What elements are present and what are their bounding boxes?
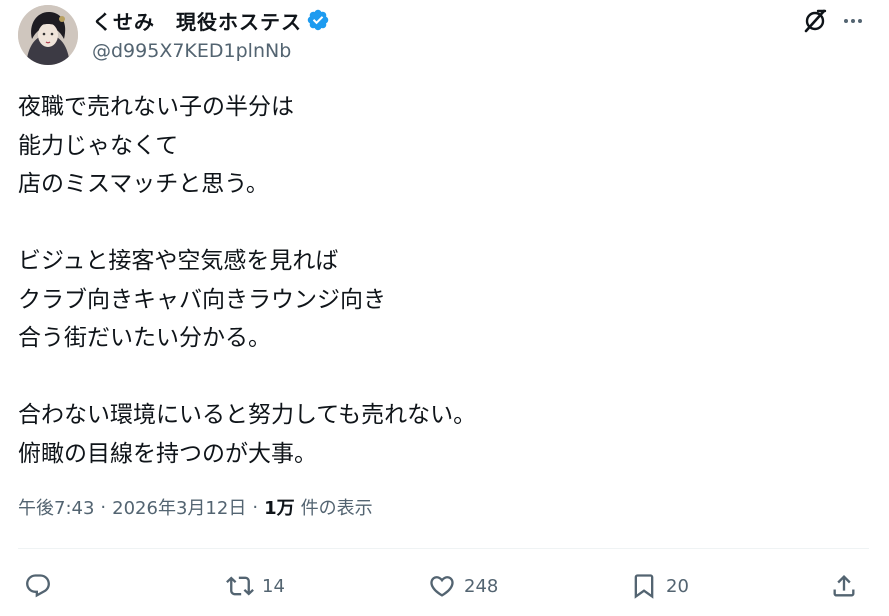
verified-badge-icon	[306, 8, 330, 32]
reply-icon	[26, 574, 50, 598]
like-count: 248	[464, 575, 499, 597]
tweet-line: 合う街だいたい分かる。	[18, 325, 271, 351]
views-count[interactable]: 1万	[264, 494, 295, 520]
views-label: 件の表示	[300, 498, 373, 519]
tweet-line	[18, 358, 868, 397]
avatar[interactable]	[18, 5, 78, 65]
tweet-time[interactable]: 午後7:43	[18, 494, 94, 520]
bookmark-button[interactable]: 20	[630, 568, 689, 604]
tweet-line: 俯瞰の目線を持つのが大事。	[18, 440, 317, 467]
reply-button[interactable]	[24, 568, 60, 604]
tweet-line	[18, 204, 868, 243]
meta-separator: ·	[100, 496, 107, 518]
tweet-line: 能力じゃなくて	[18, 132, 179, 159]
author-handle[interactable]: @d995X7KED1plnNb	[92, 40, 291, 62]
author-name-row[interactable]: くせみ 現役ホステス	[92, 6, 330, 34]
share-button[interactable]	[830, 568, 858, 604]
tweet-text: 夜職で売れない子の半分は 能力じゃなくて 店のミスマッチと思う。 ビジュと接客や…	[18, 88, 868, 473]
tweet-date[interactable]: 2026年3月12日	[112, 494, 246, 520]
retweet-icon	[226, 576, 254, 596]
like-button[interactable]: 248	[428, 568, 498, 604]
tweet-meta: 午後7:43 · 2026年3月12日 · 1万 件の表示	[18, 494, 373, 520]
share-icon	[833, 575, 855, 597]
retweet-button[interactable]: 14	[226, 568, 285, 604]
tweet-line: 夜職で売れない子の半分は	[18, 94, 294, 120]
retweet-count: 14	[262, 575, 285, 597]
tweet-line: ビジュと接客や空気感を見れば	[18, 248, 339, 274]
divider	[18, 548, 869, 549]
grok-icon[interactable]	[800, 6, 830, 36]
more-options-icon[interactable]	[838, 6, 868, 36]
tweet-line: クラブ向きキャバ向きラウンジ向き	[18, 286, 386, 313]
avatar-illustration-icon	[18, 5, 78, 65]
author-display-name[interactable]: くせみ 現役ホステス	[92, 6, 302, 35]
meta-separator: ·	[252, 496, 259, 518]
bookmark-count: 20	[666, 575, 689, 597]
tweet-line: 店のミスマッチと思う。	[18, 171, 269, 197]
tweet-line: 合わない環境にいると努力しても売れない。	[18, 402, 477, 428]
bookmark-icon	[634, 574, 654, 599]
heart-icon	[430, 576, 454, 597]
